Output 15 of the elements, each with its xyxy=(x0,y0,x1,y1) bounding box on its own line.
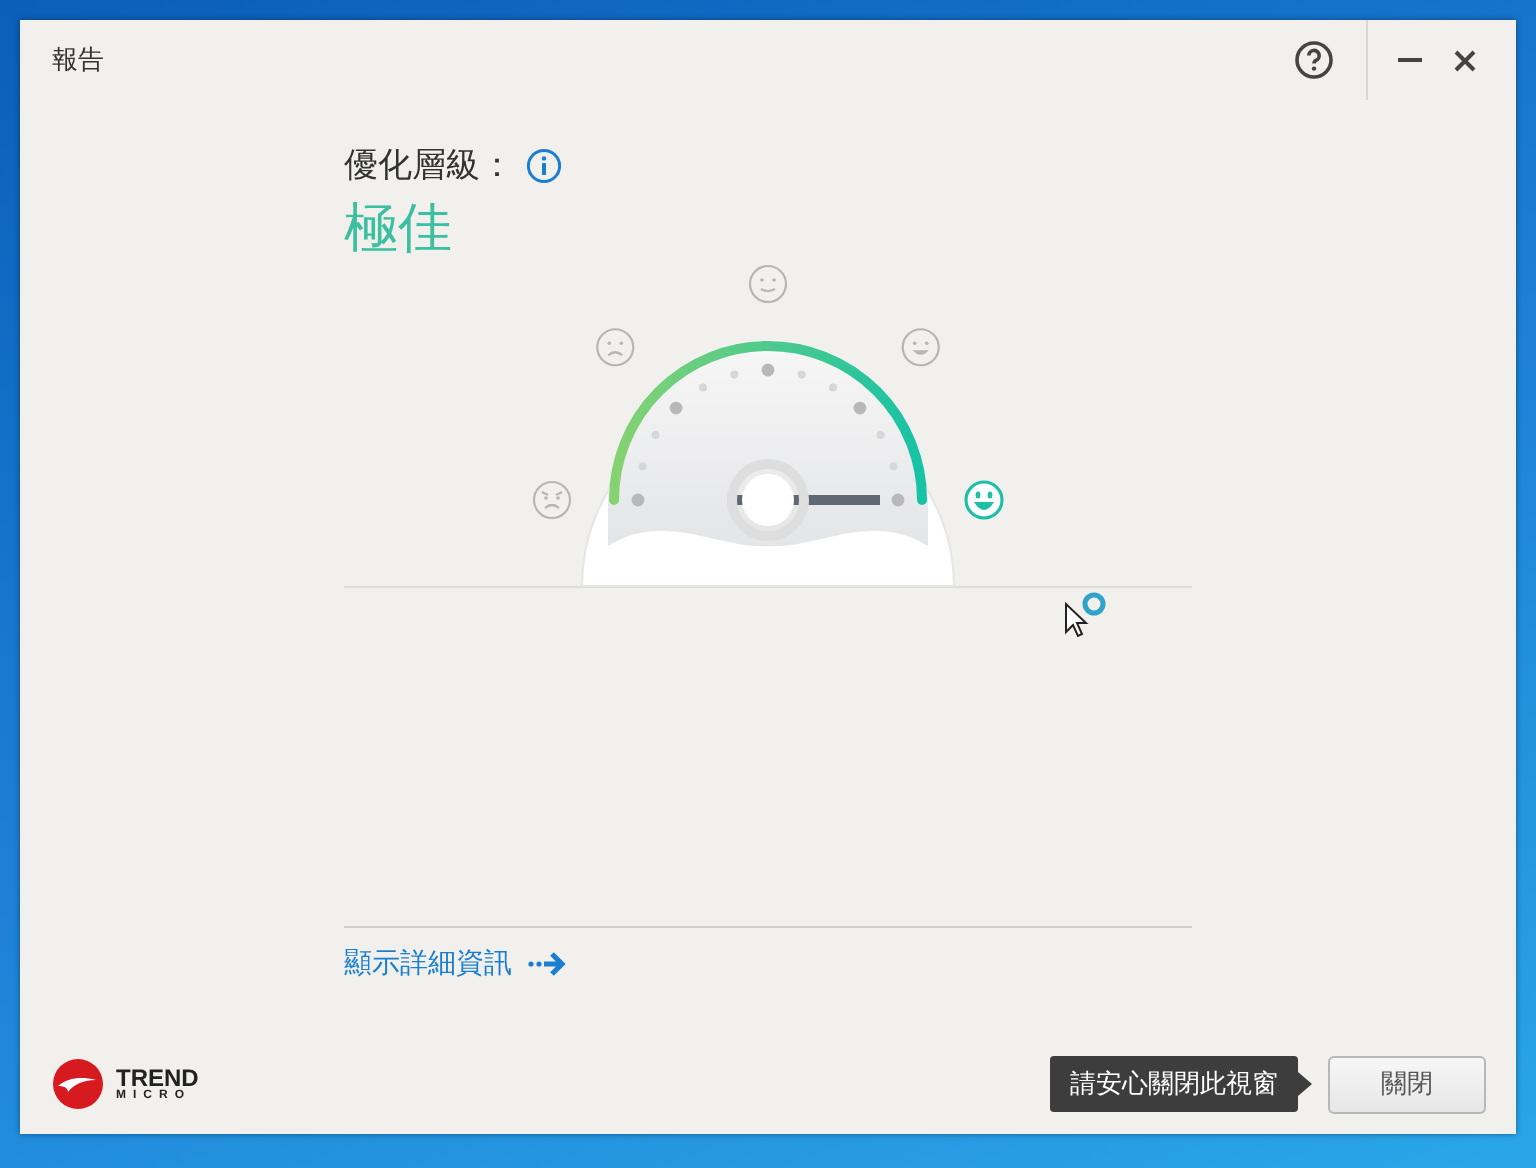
optimization-grade: 極佳 xyxy=(344,196,454,264)
optimization-label: 優化層級： xyxy=(344,144,514,188)
logo-text: TREND xyxy=(116,1066,199,1090)
logo-ball-icon xyxy=(52,1058,104,1110)
close-icon[interactable] xyxy=(1454,49,1476,71)
tooltip: 請安心關閉此視窗 xyxy=(1050,1056,1298,1112)
busy-cursor-icon xyxy=(1064,592,1108,640)
close-button[interactable]: 關閉 xyxy=(1328,1055,1486,1113)
details-link[interactable]: 顯示詳細資訊 xyxy=(344,946,568,982)
tooltip-pointer-icon xyxy=(1298,1072,1312,1096)
window-title: 報告 xyxy=(52,44,104,78)
dotted-arrow-icon[interactable] xyxy=(528,950,568,978)
needle-hub xyxy=(727,459,809,541)
info-icon[interactable] xyxy=(526,147,562,183)
help-icon[interactable] xyxy=(1294,40,1334,80)
